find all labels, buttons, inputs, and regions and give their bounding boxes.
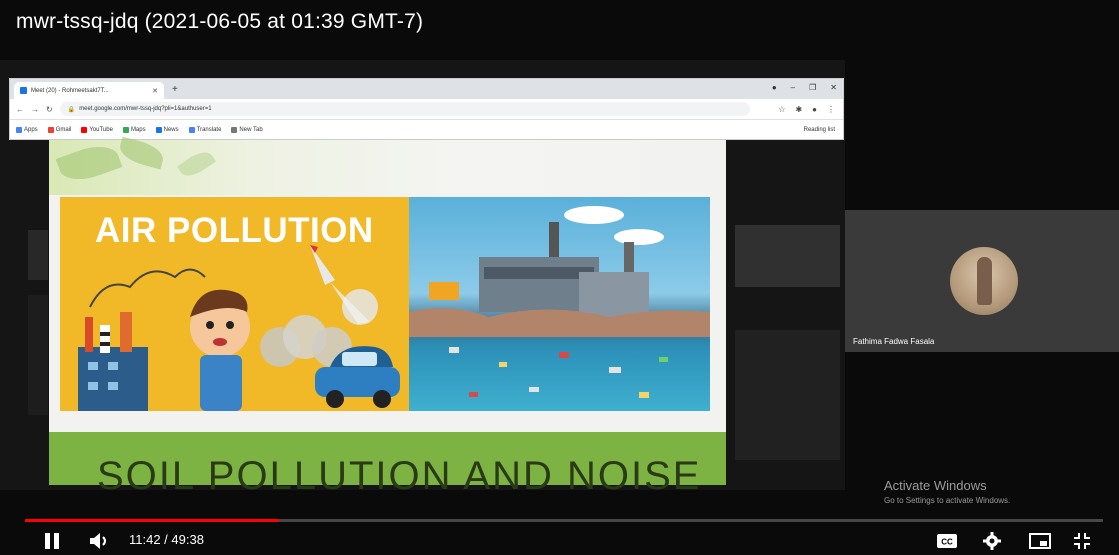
window-controls: ● – ❐ ✕ <box>772 83 837 92</box>
air-pollution-illustration <box>78 245 400 411</box>
air-pollution-panel: AIR POLLUTION <box>60 197 409 411</box>
water-pollution-panel <box>409 197 710 411</box>
menu-icon[interactable]: ⋮ <box>827 105 835 114</box>
minimize-icon[interactable]: – <box>791 83 795 92</box>
extensions-icon[interactable]: ✱ <box>795 105 802 114</box>
close-window-icon[interactable]: ✕ <box>830 83 837 92</box>
captions-icon: CC <box>937 534 957 548</box>
bookmark-item[interactable]: Translate <box>188 126 221 133</box>
tab-title: Meet (20) - Rohmeetsakt7T... <box>31 87 109 94</box>
water-pollution-illustration <box>409 206 710 398</box>
exit-fullscreen-button[interactable] <box>1070 530 1094 552</box>
toolbar-icons: ☆ ✱ ● ⋮ <box>778 105 835 114</box>
bookmark-item[interactable]: Maps <box>122 126 146 133</box>
new-tab-icon[interactable]: + <box>172 84 178 95</box>
bookmark-item[interactable]: News <box>155 126 179 133</box>
maximize-icon[interactable]: ❐ <box>809 83 816 92</box>
bookmark-item[interactable]: Apps <box>16 126 38 133</box>
video-title: mwr-tssq-jdq (2021-06-05 at 01:39 GMT-7) <box>16 10 424 33</box>
address-bar[interactable]: 🔒 meet.google.com/mwr-tssq-jdq?pli=1&aut… <box>59 102 750 116</box>
miniplayer-button[interactable] <box>1027 530 1053 552</box>
participant-tile: Fathima Fadwa Fasala <box>845 210 1119 352</box>
bookmark-item[interactable]: Gmail <box>47 126 71 133</box>
svg-text:CC: CC <box>941 538 953 547</box>
account-icon[interactable]: ● <box>812 105 817 114</box>
bookmark-item[interactable]: YouTube <box>81 126 113 133</box>
profile-icon[interactable]: ● <box>772 83 777 92</box>
captions-button[interactable]: CC <box>934 530 960 552</box>
browser-tabstrip: Meet (20) - Rohmeetsakt7T... ✕ + ● – ❐ ✕ <box>10 79 843 99</box>
presentation-slide: AIR POLLUTION SOIL POLLUTION AND NOISE <box>49 136 726 498</box>
tab-favicon-icon <box>20 87 27 94</box>
back-icon[interactable]: ← <box>16 105 24 114</box>
progress-fill <box>25 519 280 522</box>
video-player[interactable]: mwr-tssq-jdq (2021-06-05 at 01:39 GMT-7)… <box>0 0 1119 555</box>
forward-icon[interactable]: → <box>31 105 39 114</box>
soil-noise-panel: SOIL POLLUTION AND NOISE <box>49 432 726 498</box>
soil-noise-title: SOIL POLLUTION AND NOISE <box>97 454 702 498</box>
tab-close-icon[interactable]: ✕ <box>152 87 158 95</box>
progress-bar[interactable] <box>25 519 1103 522</box>
participant-name: Fathima Fadwa Fasala <box>853 337 935 346</box>
bookmarks-bar: Apps Gmail YouTube Maps News Translate N… <box>10 120 843 139</box>
exit-fullscreen-icon <box>1074 533 1090 549</box>
reload-icon[interactable]: ↻ <box>46 105 53 114</box>
player-controls: 11:42 / 49:38 CC <box>0 524 1119 555</box>
volume-icon <box>90 533 106 549</box>
leaf-decoration <box>49 136 726 195</box>
settings-button[interactable] <box>980 530 1004 552</box>
activate-windows-watermark: Activate Windows Go to Settings to activ… <box>884 478 1011 505</box>
volume-button[interactable] <box>86 530 112 552</box>
shared-browser-window: Meet (20) - Rohmeetsakt7T... ✕ + ● – ❐ ✕… <box>9 78 844 140</box>
gear-icon <box>983 532 1001 550</box>
lock-icon: 🔒 <box>67 106 76 113</box>
pause-button[interactable] <box>40 530 64 552</box>
browser-tab[interactable]: Meet (20) - Rohmeetsakt7T... ✕ <box>14 82 164 99</box>
url-text: meet.google.com/mwr-tssq-jdq?pli=1&authu… <box>79 106 212 112</box>
bookmark-item[interactable]: New Tab <box>231 126 263 133</box>
star-icon[interactable]: ☆ <box>778 105 785 114</box>
address-row: ← → ↻ 🔒 meet.google.com/mwr-tssq-jdq?pli… <box>10 99 843 120</box>
participant-avatar <box>950 247 1018 315</box>
miniplayer-icon <box>1029 533 1051 549</box>
reading-list[interactable]: Reading list <box>804 127 835 133</box>
pause-icon <box>45 533 59 549</box>
time-display: 11:42 / 49:38 <box>129 532 204 547</box>
